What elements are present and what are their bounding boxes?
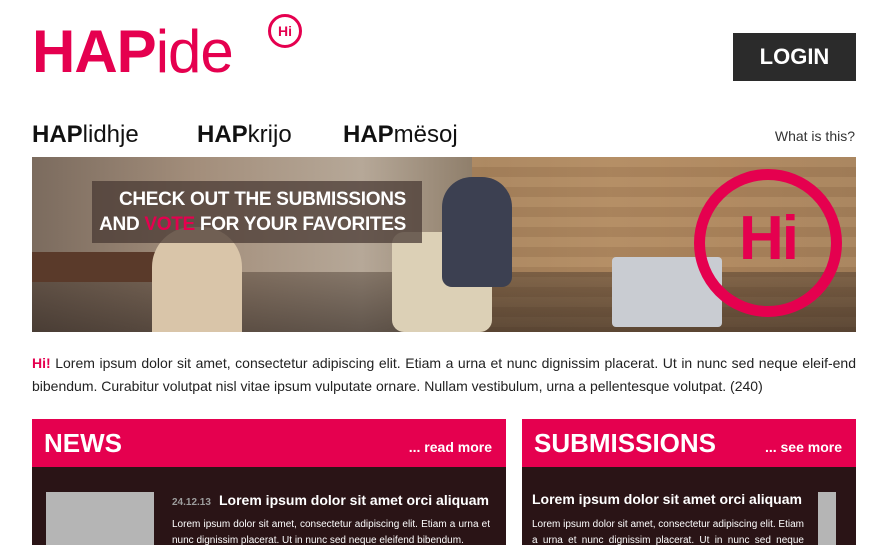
news-read-more-link[interactable]: ... read more [409,439,492,455]
news-title: NEWS [44,428,122,458]
submissions-title: SUBMISSIONS [534,428,717,458]
submission-item-text: Lorem ipsum dolor sit amet, consectetur … [532,519,804,545]
logo-hi-badge-icon: Hi [268,14,302,48]
submission-item-title[interactable]: Lorem ipsum dolor sit amet orci aliquam [532,491,802,507]
login-button[interactable]: LOGIN [733,33,856,81]
submissions-see-more-link[interactable]: ... see more [765,439,842,455]
nav-item-rest: lidhje [82,121,139,148]
news-panel-header: NEWS ... read more [32,419,506,467]
hero-badge-text: Hi [739,204,799,273]
intro-paragraph: Hi! Lorem ipsum dolor sit amet, consecte… [32,352,856,398]
submission-thumbnail[interactable] [818,492,836,545]
nav-item-hapkrijo[interactable]: HAPkrijo [197,120,343,150]
nav-item-bold: HAP [197,121,248,148]
submissions-panel: SUBMISSIONS ... see more Lorem ipsum dol… [522,419,856,545]
hero-photo-person [442,177,512,287]
hero-banner[interactable]: CHECK OUT THE SUBMISSIONS AND VOTE FOR Y… [32,157,856,332]
intro-text: Lorem ipsum dolor sit amet, consectetur … [32,355,856,394]
hero-caption-line1: CHECK OUT THE SUBMISSIONS [118,189,406,210]
news-date: 24.12.13 [172,497,211,508]
hero-caption-line2: AND VOTE FOR YOUR FAVORITES [92,212,406,237]
logo-thin: ide [155,18,234,85]
main-nav: HAPlidhje HAPkrijo HAPmësoj [32,120,483,150]
news-item-text: Lorem ipsum dolor sit amet, consectetur … [172,519,490,545]
nav-item-haplidhje[interactable]: HAPlidhje [32,120,197,150]
nav-item-rest: mësoj [393,121,458,148]
news-panel: NEWS ... read more 24.12.13 Lorem ipsum … [32,419,506,545]
hero-hi-badge-icon: Hi [694,169,842,317]
hero-caption: CHECK OUT THE SUBMISSIONS AND VOTE FOR Y… [92,181,422,243]
what-is-this-link[interactable]: What is this? [775,128,855,144]
hero-caption-vote: VOTE [144,214,195,235]
nav-item-rest: krijo [247,121,292,148]
submissions-panel-header: SUBMISSIONS ... see more [522,419,856,467]
hero-caption-rest: FOR YOUR FAVORITES [194,214,406,235]
nav-item-hapmesoj[interactable]: HAPmësoj [343,120,483,150]
news-thumbnail[interactable] [46,492,154,545]
news-item-title[interactable]: Lorem ipsum dolor sit amet orci aliquam [219,492,489,508]
hero-caption-and: AND [99,214,145,235]
intro-lead: Hi! [32,355,51,371]
logo-wordmark: HAPide [32,18,234,85]
nav-item-bold: HAP [343,121,394,148]
nav-item-bold: HAP [32,121,83,148]
logo-bold: HAP [32,18,157,85]
site-logo[interactable]: HAPide Hi [32,14,312,86]
